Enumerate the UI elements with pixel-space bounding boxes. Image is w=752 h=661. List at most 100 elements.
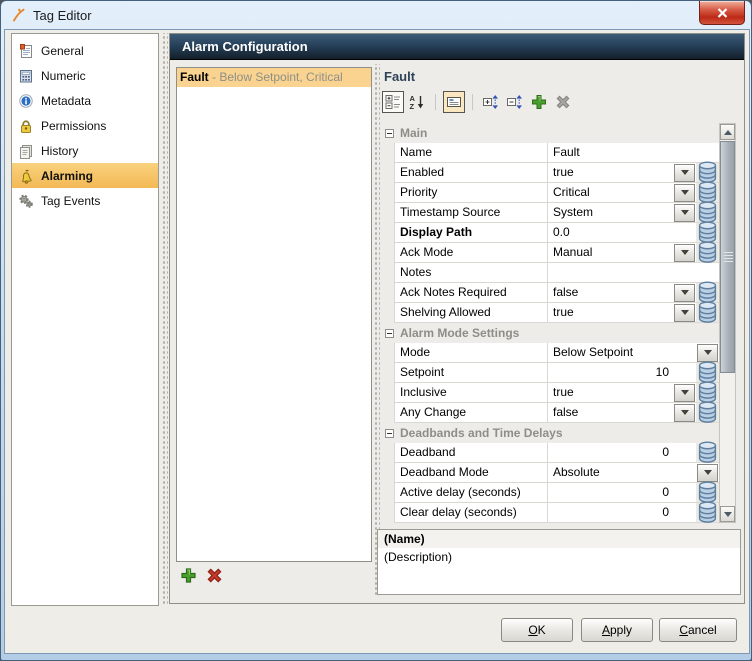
property-name[interactable]: Setpoint: [395, 363, 548, 383]
dropdown-button[interactable]: [697, 463, 718, 482]
property-row: Ack Mode Manual: [383, 241, 719, 264]
alarm-name: Fault: [180, 70, 209, 84]
property-value[interactable]: Manual: [548, 243, 673, 263]
property-value[interactable]: Absolute: [548, 463, 696, 483]
sidebar-item-history[interactable]: History: [12, 138, 158, 163]
property-value[interactable]: System: [548, 203, 673, 223]
add-alarm-icon[interactable]: [180, 567, 197, 584]
dropdown-cell: [673, 403, 696, 423]
property-value[interactable]: 0: [548, 483, 673, 503]
window-title: Tag Editor: [33, 8, 92, 23]
scrollbar-thumb[interactable]: [720, 141, 735, 373]
section-header-main[interactable]: Main: [383, 123, 719, 143]
sidebar-item-numeric[interactable]: Numeric: [12, 63, 158, 88]
property-name[interactable]: Priority: [395, 183, 548, 203]
toolbar-separator: [435, 94, 436, 110]
binding-button[interactable]: [696, 401, 719, 424]
dropdown-button[interactable]: [674, 203, 695, 222]
cancel-button[interactable]: Cancel: [659, 618, 737, 642]
expand-all-button[interactable]: [480, 91, 502, 113]
property-name[interactable]: Any Change: [395, 403, 548, 423]
property-name[interactable]: Ack Mode: [395, 243, 548, 263]
close-button[interactable]: [699, 1, 745, 25]
dropdown-button[interactable]: [674, 403, 695, 422]
binding-button[interactable]: [696, 241, 719, 264]
dropdown-cell: [673, 283, 696, 303]
grid-scrollbar[interactable]: [719, 123, 736, 523]
delete-alarm-icon[interactable]: [206, 567, 223, 584]
property-name[interactable]: Deadband Mode: [395, 463, 548, 483]
property-value[interactable]: false: [548, 283, 673, 303]
dropdown-button[interactable]: [674, 243, 695, 262]
property-value[interactable]: true: [548, 303, 673, 323]
alarm-list-actions: [180, 567, 223, 584]
property-name[interactable]: Clear delay (seconds): [395, 503, 548, 523]
property-name[interactable]: Deadband: [395, 443, 548, 463]
property-value[interactable]: 0.0: [548, 223, 673, 243]
property-value[interactable]: false: [548, 403, 673, 423]
sidebar-item-tag-events[interactable]: Tag Events: [12, 188, 158, 213]
property-name[interactable]: Ack Notes Required: [395, 283, 548, 303]
sort-az-button[interactable]: AZ: [406, 91, 428, 113]
property-name[interactable]: Name: [395, 143, 548, 163]
value-spacer: [673, 223, 696, 243]
add-property-button[interactable]: [528, 91, 550, 113]
sidebar: General Numeric Metadata Permissions History…: [11, 33, 159, 606]
property-value[interactable]: Critical: [548, 183, 673, 203]
dropdown-button[interactable]: [697, 343, 718, 362]
property-value[interactable]: Fault: [548, 143, 719, 163]
property-value[interactable]: 10: [548, 363, 673, 383]
property-grid: Main Name Fault Enabled true Priority Critical…: [383, 123, 719, 524]
scroll-down-button[interactable]: [720, 506, 735, 522]
alarm-list-item[interactable]: Fault - Below Setpoint, Critical: [177, 68, 371, 87]
property-name[interactable]: Display Path: [395, 223, 548, 243]
dropdown-button[interactable]: [674, 163, 695, 182]
apply-button[interactable]: Apply: [581, 618, 653, 642]
property-value[interactable]: Below Setpoint: [548, 343, 696, 363]
sidebar-item-permissions[interactable]: Permissions: [12, 113, 158, 138]
title-bar[interactable]: Tag Editor: [1, 1, 751, 29]
alarm-list[interactable]: Fault - Below Setpoint, Critical: [176, 67, 372, 562]
ok-button[interactable]: OK: [501, 618, 573, 642]
remove-property-button[interactable]: [552, 91, 574, 113]
property-value[interactable]: 0: [548, 443, 673, 463]
categorize-button[interactable]: [382, 91, 404, 113]
list-props-splitter[interactable]: [373, 64, 380, 595]
property-name[interactable]: Timestamp Source: [395, 203, 548, 223]
collapse-all-button[interactable]: [504, 91, 526, 113]
property-row: Display Path 0.0: [383, 221, 719, 244]
binding-button[interactable]: [696, 441, 719, 464]
scroll-up-button[interactable]: [720, 124, 735, 140]
property-value[interactable]: true: [548, 383, 673, 403]
sidebar-item-metadata[interactable]: Metadata: [12, 88, 158, 113]
property-name[interactable]: Shelving Allowed: [395, 303, 548, 323]
property-row: Deadband 0: [383, 441, 719, 464]
dropdown-button[interactable]: [674, 283, 695, 302]
section-header-deadbands-and-time-delays[interactable]: Deadbands and Time Delays: [383, 423, 719, 443]
property-row: Priority Critical: [383, 181, 719, 204]
collapse-icon[interactable]: [385, 128, 394, 138]
dropdown-button[interactable]: [674, 183, 695, 202]
property-name[interactable]: Inclusive: [395, 383, 548, 403]
section-header-alarm-mode-settings[interactable]: Alarm Mode Settings: [383, 323, 719, 343]
property-name[interactable]: Mode: [395, 343, 548, 363]
dropdown-button[interactable]: [674, 303, 695, 322]
dropdown-button[interactable]: [674, 383, 695, 402]
collapse-icon[interactable]: [385, 328, 394, 338]
property-value[interactable]: 0: [548, 503, 673, 523]
property-value[interactable]: true: [548, 163, 673, 183]
row-gutter: [383, 243, 395, 263]
property-name[interactable]: Enabled: [395, 163, 548, 183]
collapse-icon[interactable]: [385, 428, 394, 438]
property-name[interactable]: Active delay (seconds): [395, 483, 548, 503]
property-value[interactable]: [548, 263, 719, 283]
description-toggle-button[interactable]: [443, 91, 465, 113]
sidebar-splitter[interactable]: [161, 33, 168, 604]
sidebar-item-alarming[interactable]: Alarming: [12, 163, 158, 188]
property-row: Notes: [383, 263, 719, 283]
property-name[interactable]: Notes: [395, 263, 548, 283]
sidebar-item-general[interactable]: General: [12, 38, 158, 63]
binding-button[interactable]: [696, 301, 719, 324]
binding-button[interactable]: [696, 501, 719, 524]
row-gutter: [383, 163, 395, 183]
